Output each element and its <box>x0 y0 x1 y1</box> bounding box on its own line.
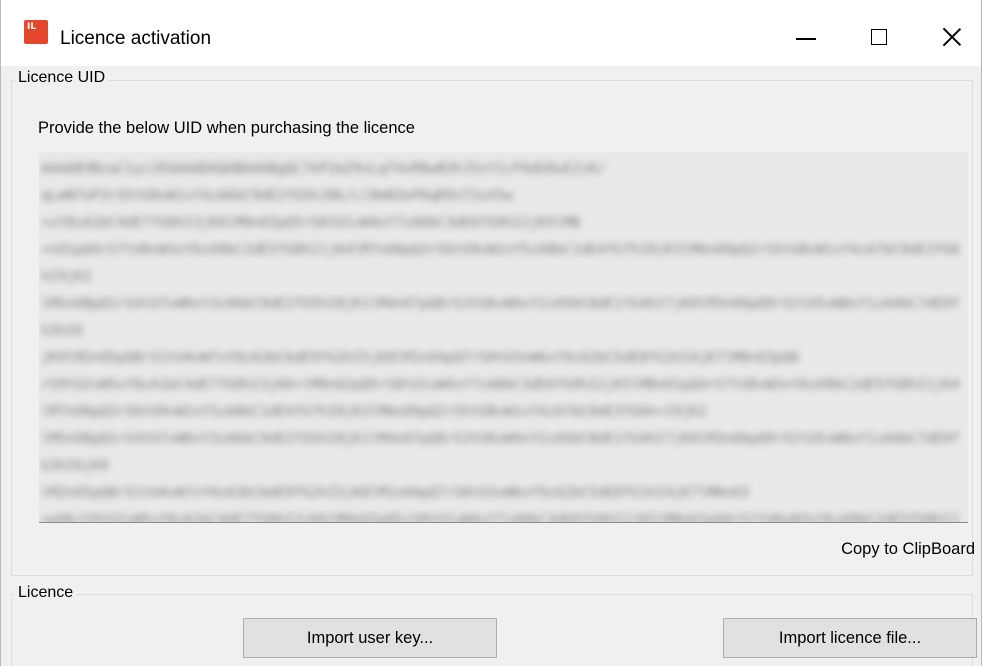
maximize-button[interactable] <box>856 16 902 58</box>
import-user-key-button[interactable]: Import user key... <box>243 618 497 658</box>
close-button[interactable] <box>929 16 975 58</box>
copy-to-clipboard-link[interactable]: Copy to ClipBoard <box>841 538 975 560</box>
licence-legend: Licence <box>15 583 77 603</box>
app-logo-icon: IL <box>24 20 48 44</box>
app-logo-text: IL <box>27 22 37 32</box>
uid-value: AAAAB3NzaC1yc2EAAAADAQABAAABgQC7kP2mZ9vL… <box>41 161 960 523</box>
licence-activation-window: IL Licence activation Licence UID Provid… <box>0 0 982 666</box>
window-title: Licence activation <box>60 28 212 49</box>
maximize-icon <box>871 29 887 45</box>
title-bar[interactable]: IL Licence activation <box>1 0 981 66</box>
uid-instruction-text: Provide the below UID when purchasing th… <box>38 119 415 137</box>
minimize-icon <box>796 38 816 40</box>
uid-textbox[interactable]: AAAAB3NzaC1yc2EAAAADAQABAAABgQC7kP2mZ9vL… <box>39 152 968 523</box>
close-icon <box>942 27 962 47</box>
licence-uid-legend: Licence UID <box>15 68 109 88</box>
import-licence-file-button[interactable]: Import licence file... <box>723 618 977 658</box>
minimize-button[interactable] <box>783 16 829 58</box>
